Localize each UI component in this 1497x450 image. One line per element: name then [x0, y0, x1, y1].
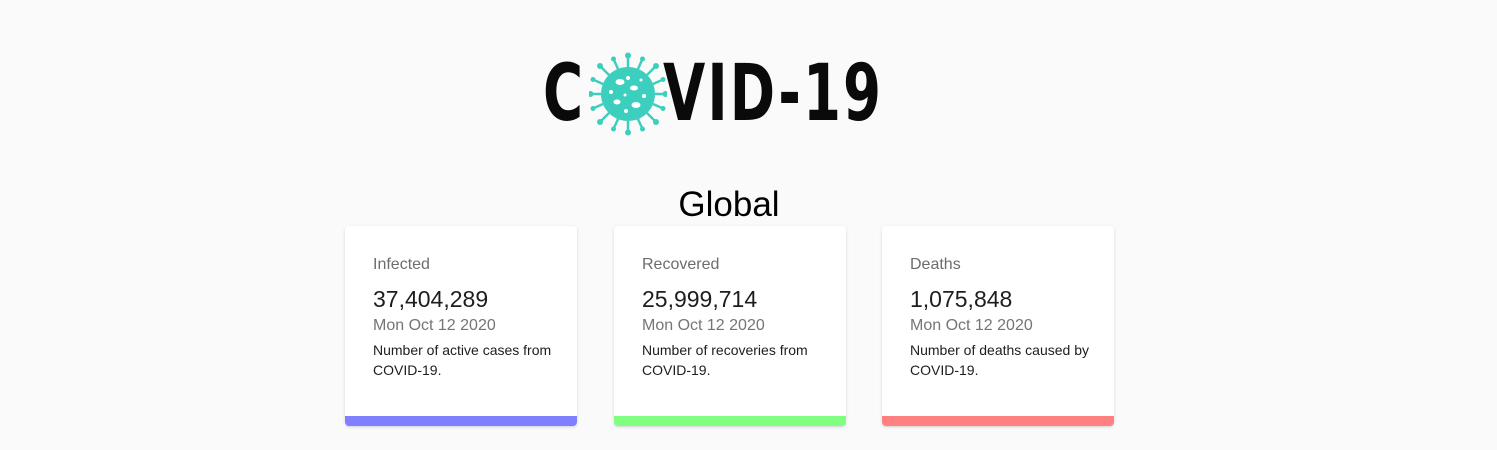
card-description: Number of active cases from COVID-19. [373, 342, 552, 378]
card-accent-bar [614, 416, 846, 426]
card-description: Number of deaths caused by COVID-19. [910, 342, 1089, 378]
logo-letter-c: C [543, 49, 586, 139]
infected-card: Infected 37,404,289 Mon Oct 12 2020 Numb… [345, 226, 577, 426]
card-date: Mon Oct 12 2020 [642, 317, 765, 334]
card-description: Number of recoveries from COVID-19. [642, 342, 808, 378]
card-value: 37,404,289 [373, 286, 489, 312]
card-title: Infected [373, 256, 430, 273]
logo-text: VID-19 [663, 49, 884, 139]
card-title: Deaths [910, 256, 961, 273]
card-accent-bar [882, 416, 1114, 426]
card-date: Mon Oct 12 2020 [373, 317, 496, 334]
card-title: Recovered [642, 256, 720, 273]
covid-logo: C VID-19 [543, 52, 917, 136]
card-value: 1,075,848 [910, 286, 1013, 312]
card-accent-bar [345, 416, 577, 426]
recovered-card: Recovered 25,999,714 Mon Oct 12 2020 Num… [614, 226, 846, 426]
region-title: Global [678, 185, 780, 224]
card-value: 25,999,714 [642, 286, 758, 312]
coronavirus-icon [589, 52, 667, 136]
card-date: Mon Oct 12 2020 [910, 317, 1033, 334]
deaths-card: Deaths 1,075,848 Mon Oct 12 2020 Number … [882, 226, 1114, 426]
